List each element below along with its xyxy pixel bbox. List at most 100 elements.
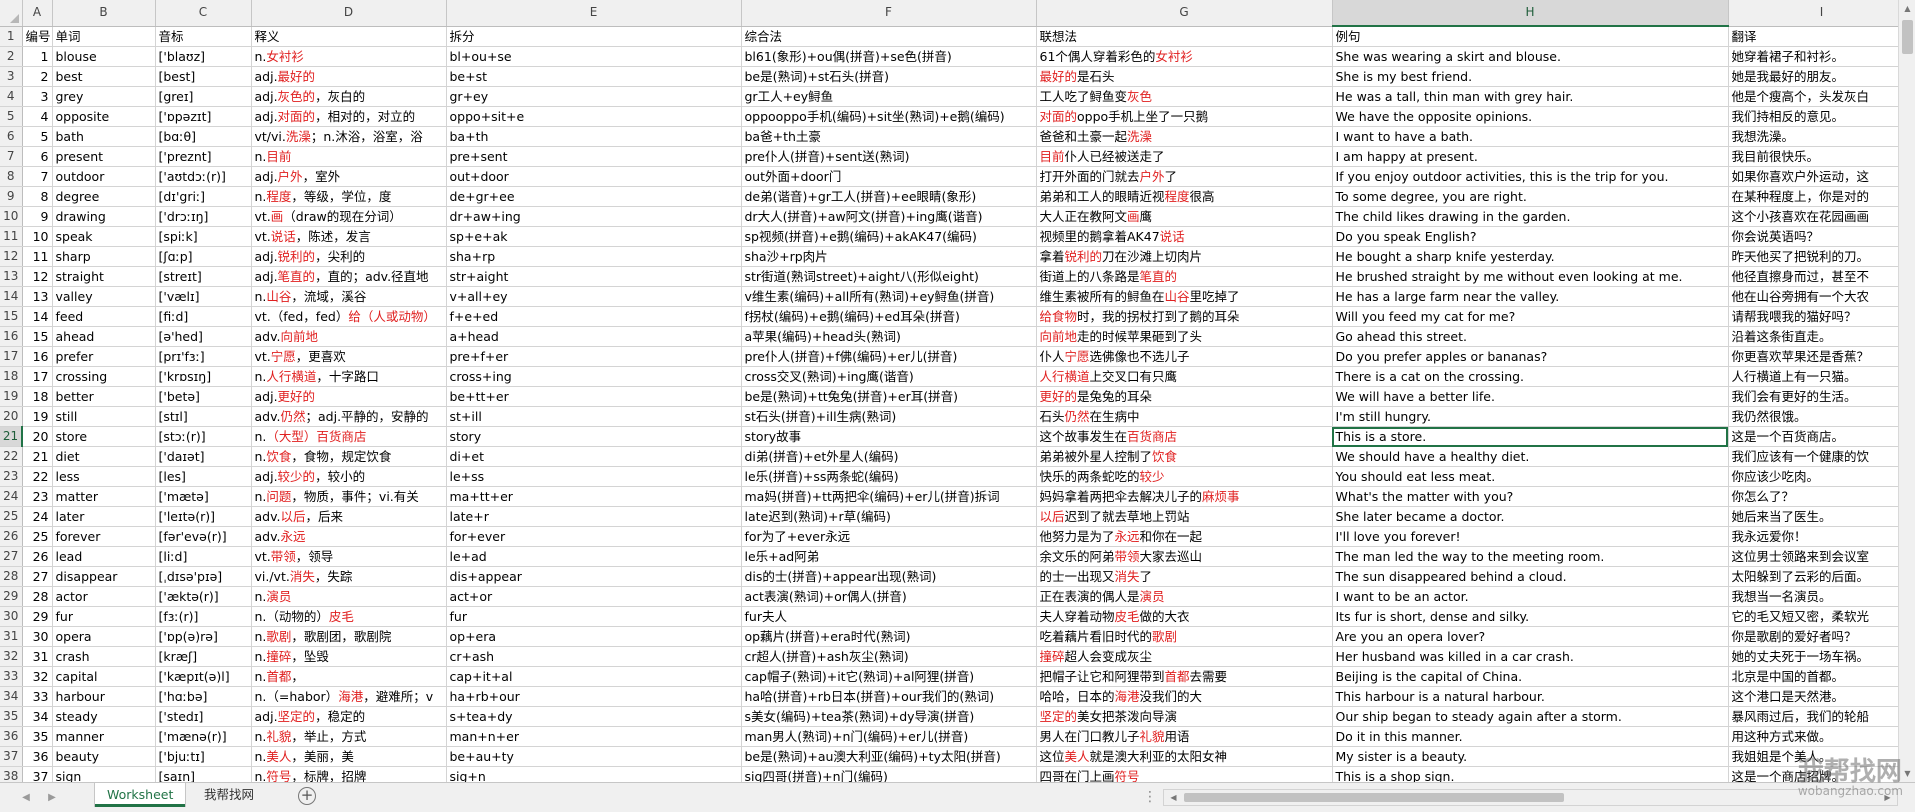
cell-b[interactable]: capital (52, 666, 156, 687)
cell-e[interactable]: di+et (446, 446, 742, 467)
row-header-33[interactable]: 33 (0, 666, 23, 687)
row-header-17[interactable]: 17 (0, 346, 23, 367)
cell-i[interactable]: 我们会有更好的生活。 (1728, 386, 1915, 407)
cell-g[interactable]: 妈妈拿着两把伞去解决儿子的麻烦事 (1036, 486, 1333, 507)
cell-g[interactable]: 更好的是兔兔的耳朵 (1036, 386, 1333, 407)
cell-h[interactable]: She is my best friend. (1332, 66, 1729, 87)
cell-f[interactable]: di弟(拼音)+et外星人(编码) (741, 446, 1037, 467)
prev-sheet-icon[interactable]: ◀ (18, 790, 34, 806)
cell-d[interactable]: vt.带领，领导 (251, 546, 447, 567)
cell-h[interactable]: Do you prefer apples or bananas? (1332, 346, 1729, 367)
cell-e[interactable]: le+ss (446, 466, 742, 487)
cell-i[interactable]: 他径直擦身而过，甚至不 (1728, 266, 1915, 287)
cell-e[interactable]: dr+aw+ing (446, 206, 742, 227)
cell-e[interactable]: sig+n (446, 766, 742, 782)
cell-g[interactable]: 打开外面的门就去户外了 (1036, 166, 1333, 187)
cell-i[interactable]: 她穿着裙子和衬衫。 (1728, 46, 1915, 67)
row-header-3[interactable]: 3 (0, 66, 23, 87)
cell-f[interactable]: op藕片(拼音)+era时代(熟词) (741, 626, 1037, 647)
cell-b[interactable]: disappear (52, 566, 156, 587)
cell-b[interactable]: opera (52, 626, 156, 647)
cell-c[interactable]: [dɪ'griː] (155, 186, 252, 207)
header-cell[interactable]: 例句 (1332, 26, 1729, 47)
cell-e[interactable]: cross+ing (446, 366, 742, 387)
cell-i[interactable]: 她是我最好的朋友。 (1728, 66, 1915, 87)
cell-h[interactable]: I want to be an actor. (1332, 586, 1729, 607)
cell-g[interactable]: 拿着锐利的刀在沙滩上切肉片 (1036, 246, 1333, 267)
cell-d[interactable]: n.首都， (251, 666, 447, 687)
cell-e[interactable]: st+ill (446, 406, 742, 427)
cell-c[interactable]: [liːd] (155, 546, 252, 567)
cell-b[interactable]: actor (52, 586, 156, 607)
next-sheet-icon[interactable]: ▶ (44, 790, 60, 806)
cell-f[interactable]: ba爸+th土豪 (741, 126, 1037, 147)
cell-e[interactable]: bl+ou+se (446, 46, 742, 67)
cell-g[interactable]: 工人吃了鲟鱼变灰色 (1036, 86, 1333, 107)
row-header-2[interactable]: 2 (0, 46, 23, 67)
cell-e[interactable]: s+tea+dy (446, 706, 742, 727)
cell-b[interactable]: ahead (52, 326, 156, 347)
cell-g[interactable]: 仆人宁愿选佛像也不选儿子 (1036, 346, 1333, 367)
cell-h[interactable]: He was a tall, thin man with grey hair. (1332, 86, 1729, 107)
cell-i[interactable]: 沿着这条街直走。 (1728, 326, 1915, 347)
cell-h[interactable]: This is a shop sign. (1332, 766, 1729, 782)
cell-h[interactable]: He bought a sharp knife yesterday. (1332, 246, 1729, 267)
cell-i[interactable]: 这位男士领路来到会议室 (1728, 546, 1915, 567)
cell-d[interactable]: n.目前 (251, 146, 447, 167)
cell-g[interactable]: 给食物时，我的拐杖打到了鹅的耳朵 (1036, 306, 1333, 327)
cell-b[interactable]: harbour (52, 686, 156, 707)
cell-d[interactable]: n.程度，等级，学位，度 (251, 186, 447, 207)
cell-b[interactable]: sign (52, 766, 156, 782)
cell-i[interactable]: 我们应该有一个健康的饮 (1728, 446, 1915, 467)
cell-b[interactable]: crash (52, 646, 156, 667)
cell-b[interactable]: outdoor (52, 166, 156, 187)
cell-c[interactable]: ['aʊtdɔː(r)] (155, 166, 252, 187)
cell-d[interactable]: n.礼貌，举止，方式 (251, 726, 447, 747)
cell-f[interactable]: pre仆人(拼音)+f佛(编码)+er儿(拼音) (741, 346, 1037, 367)
cell-e[interactable]: cr+ash (446, 646, 742, 667)
sheet-tab-wobangzhao[interactable]: 我帮找网 (192, 783, 266, 807)
sheet-tab-worksheet[interactable]: Worksheet (95, 783, 186, 807)
cell-g[interactable]: 四哥在门上画符号 (1036, 766, 1333, 782)
cell-h[interactable]: I want to have a bath. (1332, 126, 1729, 147)
cell-a[interactable]: 18 (22, 386, 53, 407)
cell-e[interactable]: v+all+ey (446, 286, 742, 307)
cell-g[interactable]: 夫人穿着动物皮毛做的大衣 (1036, 606, 1333, 627)
cell-h[interactable]: Do you speak English? (1332, 226, 1729, 247)
cell-f[interactable]: late迟到(熟词)+r草(编码) (741, 506, 1037, 527)
tab-split-handle-icon[interactable]: ⋮ (1143, 789, 1157, 805)
cell-d[interactable]: n.女衬衫 (251, 46, 447, 67)
header-cell[interactable]: 翻译 (1728, 26, 1915, 47)
cell-c[interactable]: [stɔː(r)] (155, 426, 252, 447)
cell-g[interactable]: 石头仍然在生病中 (1036, 406, 1333, 427)
cell-i[interactable]: 我仍然很饿。 (1728, 406, 1915, 427)
cell-g[interactable]: 快乐的两条蛇吃的较少 (1036, 466, 1333, 487)
cell-d[interactable]: adj.坚定的，稳定的 (251, 706, 447, 727)
cell-g[interactable]: 把帽子让它和阿狸带到首都去需要 (1036, 666, 1333, 687)
cell-a[interactable]: 11 (22, 246, 53, 267)
cell-i[interactable]: 她后来当了医生。 (1728, 506, 1915, 527)
cell-f[interactable]: sig四哥(拼音)+n门(编码) (741, 766, 1037, 782)
cell-c[interactable]: ['ɒpəzɪt] (155, 106, 252, 127)
cell-b[interactable]: diet (52, 446, 156, 467)
row-header-24[interactable]: 24 (0, 486, 23, 507)
cell-d[interactable]: adv.永远 (251, 526, 447, 547)
cell-e[interactable]: le+ad (446, 546, 742, 567)
cell-g[interactable]: 维生素被所有的鲟鱼在山谷里吃掉了 (1036, 286, 1333, 307)
cell-b[interactable]: opposite (52, 106, 156, 127)
cell-a[interactable]: 31 (22, 646, 53, 667)
scroll-up-arrow-icon[interactable]: ▲ (1899, 0, 1915, 17)
row-header-19[interactable]: 19 (0, 386, 23, 407)
cell-d[interactable]: n.（大型）百货商店 (251, 426, 447, 447)
row-header-7[interactable]: 7 (0, 146, 23, 167)
cell-a[interactable]: 14 (22, 306, 53, 327)
cell-c[interactable]: [fɜː(r)] (155, 606, 252, 627)
cell-g[interactable]: 这位美人就是澳大利亚的太阳女神 (1036, 746, 1333, 767)
row-header-25[interactable]: 25 (0, 506, 23, 527)
column-header-f[interactable]: F (741, 0, 1037, 27)
cell-a[interactable]: 16 (22, 346, 53, 367)
cell-f[interactable]: man男人(熟词)+n门(编码)+er儿(拼音) (741, 726, 1037, 747)
cell-e[interactable]: out+door (446, 166, 742, 187)
cell-c[interactable]: ['betə] (155, 386, 252, 407)
active-cell[interactable]: This is a store. (1332, 426, 1729, 447)
